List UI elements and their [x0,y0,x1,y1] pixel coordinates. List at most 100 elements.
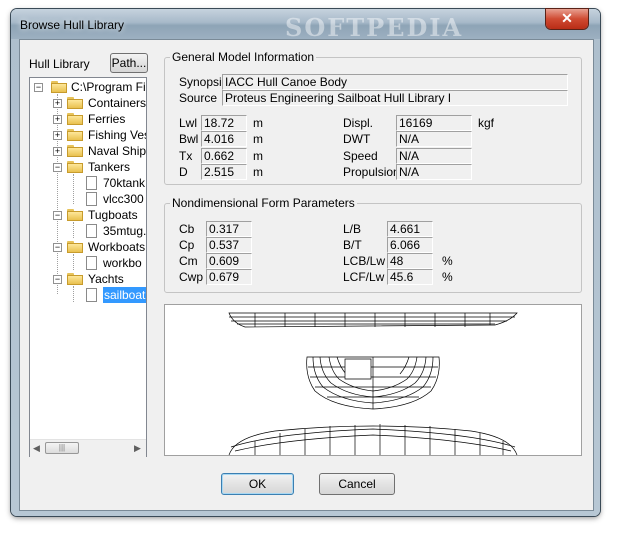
lwl-field: 18.72 [201,115,247,131]
file-icon [86,224,97,238]
tree-item-label-selected: sailboat [103,287,146,303]
tree-item-label: vlcc300 [103,192,144,206]
cancel-button-label: Cancel [338,477,376,491]
cwp-field: 0.679 [206,269,252,285]
lcf-label: LCF/Lw [343,270,385,284]
folder-icon [67,113,83,125]
file-icon [86,256,97,270]
hull-lines-drawing [228,312,518,455]
close-icon: ✕ [561,10,573,26]
file-icon [86,192,97,206]
bt-label: B/T [343,238,362,252]
displ-unit: kgf [478,116,495,130]
path-button[interactable]: Path... [110,53,148,73]
tx-label: Tx [179,149,193,163]
expand-icon[interactable]: + [53,131,62,140]
lb-field: 4.661 [387,221,433,237]
expand-icon[interactable]: + [53,147,62,156]
tree-item-label: Workboats [88,240,146,254]
folder-open-icon [51,81,67,93]
hull-library-tree[interactable]: − C:\Program Files + Containersh + Ferri… [29,77,147,457]
lwl-unit: m [253,116,263,130]
ok-button[interactable]: OK [221,473,294,495]
cm-field: 0.609 [206,253,252,269]
d-unit: m [253,165,263,179]
cancel-button[interactable]: Cancel [319,473,395,495]
scroll-right-icon[interactable]: ▶ [134,443,141,454]
speed-label: Speed [343,149,378,163]
tree-guide [73,254,74,270]
d-label: D [179,165,188,179]
propulsion-label: Propulsion [343,165,400,179]
tx-field: 0.662 [201,148,247,164]
synopsis-label: Synopsis [179,75,228,89]
tree-guide [73,174,74,204]
lcb-field: 48 [387,253,433,269]
tree-item-label: Tugboats [88,208,138,222]
synopsis-field: IACC Hull Canoe Body [222,74,568,90]
ok-button-label: OK [248,477,267,491]
cp-label: Cp [179,238,195,252]
tree-guide [73,286,74,302]
tree-item-label: workbo [103,256,142,270]
cb-label: Cb [179,222,195,236]
hull-profile [228,312,518,328]
cm-label: Cm [179,254,198,268]
watermark: SOFTPEDIA [285,13,464,42]
close-button[interactable]: ✕ [546,9,588,29]
displ-label: Displ. [343,116,374,130]
bwl-unit: m [253,132,263,146]
scroll-thumb-grip: ||| [58,443,66,452]
path-button-label: Path... [111,56,147,70]
dwt-field: N/A [396,131,472,147]
collapse-icon[interactable]: − [53,243,62,252]
file-icon [86,288,97,302]
window-title: Browse Hull Library [20,18,125,32]
folder-open-icon [67,161,83,173]
bwl-field: 4.016 [201,131,247,147]
lcf-unit: % [442,270,453,284]
form-parameters-title: Nondimensional Form Parameters [170,196,357,210]
dwt-label: DWT [343,132,371,146]
collapse-icon[interactable]: − [53,275,62,284]
tree-item-label: C:\Program Files [71,80,146,94]
tree-item-label: Yachts [88,272,124,286]
tree-item-label: Tankers [88,160,131,174]
collapse-icon[interactable]: − [53,163,62,172]
expand-icon[interactable]: + [53,115,62,124]
tree-item-label: 70ktank [103,176,146,190]
file-icon [86,176,97,190]
lcb-label: LCB/Lw [343,254,386,268]
general-model-info-title: General Model Information [170,50,317,64]
tx-unit: m [253,149,263,163]
d-field: 2.515 [201,164,247,180]
folder-open-icon [67,209,83,221]
tree-item-label: Naval Ships [88,144,147,158]
source-label: Source [179,91,218,105]
scroll-left-icon[interactable]: ◀ [33,443,40,454]
tree-guide [73,222,74,238]
tree-item-label: Fishing Vess [88,128,146,142]
tree-item-label: Ferries [88,112,126,126]
scroll-thumb[interactable]: ||| [45,442,79,454]
folder-open-icon [67,241,83,253]
tree-item-label: Containersh [88,96,147,110]
source-field: Proteus Engineering Sailboat Hull Librar… [222,90,568,106]
lb-label: L/B [343,222,362,236]
folder-icon [67,145,83,157]
lwl-label: Lwl [179,116,198,130]
collapse-icon[interactable]: − [34,83,43,92]
hull-plan-view [228,425,518,455]
collapse-icon[interactable]: − [53,211,62,220]
lcf-field: 45.6 [387,269,433,285]
tree-horizontal-scrollbar[interactable]: ◀ ||| ▶ [30,439,146,457]
folder-icon [67,129,83,141]
bt-field: 6.066 [387,237,433,253]
cwp-label: Cwp [179,270,204,284]
hull-library-label: Hull Library [29,57,90,71]
hull-preview [164,304,582,456]
cp-field: 0.537 [206,237,252,253]
expand-icon[interactable]: + [53,99,62,108]
speed-field: N/A [396,148,472,164]
cb-field: 0.317 [206,221,252,237]
